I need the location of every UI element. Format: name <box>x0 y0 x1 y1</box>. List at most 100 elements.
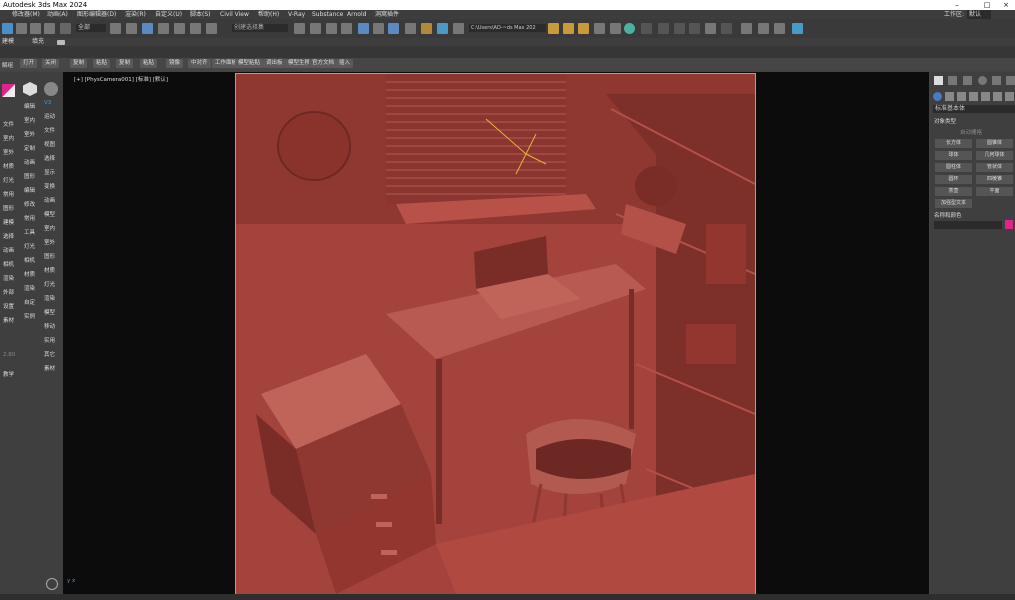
cone-button[interactable]: 圆锥体 <box>976 139 1013 148</box>
plane-button[interactable]: 平面 <box>976 187 1013 196</box>
calculator-icon[interactable] <box>610 23 621 34</box>
left-menu-item[interactable]: 修改 <box>24 200 35 208</box>
left-menu-item[interactable]: 选择 <box>3 232 14 240</box>
close-button[interactable]: × <box>999 0 1013 10</box>
left-menu-item[interactable]: 材质 <box>3 162 14 170</box>
menu-item[interactable]: 图形编辑器(D) <box>77 10 116 19</box>
quick-insert-button[interactable]: 插入 <box>336 59 354 68</box>
shapes-icon[interactable] <box>945 92 954 101</box>
ribbon-tab-populate[interactable]: 填充 <box>32 38 44 46</box>
move-icon[interactable] <box>16 23 27 34</box>
open-folder-icon[interactable] <box>563 23 574 34</box>
left-menu-item[interactable]: 动画 <box>3 246 14 254</box>
left-menu-item[interactable]: 室外 <box>44 238 55 246</box>
tube-button[interactable]: 管状体 <box>976 163 1013 172</box>
left-menu-item[interactable]: 渲染 <box>24 284 35 292</box>
motion-tab-icon[interactable] <box>978 76 987 85</box>
ribbon-tab-modeling[interactable]: 建模 <box>2 38 14 46</box>
layer-explorer-icon[interactable] <box>341 23 352 34</box>
menu-item[interactable]: 洞窝插件 <box>375 10 399 19</box>
object-color-swatch[interactable] <box>1005 220 1013 229</box>
left-menu-item[interactable]: 运动 <box>44 112 55 120</box>
display-tab-icon[interactable] <box>992 76 1001 85</box>
left-menu-item[interactable]: 实例 <box>24 312 35 320</box>
quick-mirror-button[interactable]: 镜像 <box>166 59 184 68</box>
cube-icon[interactable] <box>23 82 37 96</box>
viewport-label[interactable]: [+] [PhysCamera001] [标准] [默认] <box>74 75 168 83</box>
left-menu-item[interactable]: 移动 <box>44 322 55 330</box>
menu-item[interactable]: Civil View <box>220 10 249 19</box>
textplus-button[interactable]: 加强型文本 <box>935 199 972 208</box>
scale-icon[interactable] <box>44 23 55 34</box>
workspace-dropdown[interactable]: 默认 <box>967 10 992 19</box>
left-menu-item[interactable]: 灯光 <box>3 176 14 184</box>
box-button[interactable]: 长方体 <box>935 139 972 148</box>
menu-item[interactable]: Substance <box>312 10 343 19</box>
align-icon[interactable] <box>310 23 321 34</box>
autogrid-checkbox[interactable]: 自动栅格 <box>960 128 982 136</box>
rendered-frame-icon[interactable] <box>437 23 448 34</box>
geosphere-button[interactable]: 几何球体 <box>976 151 1013 160</box>
quick-open-button[interactable]: 打开 <box>20 59 38 68</box>
hierarchy-tab-icon[interactable] <box>963 76 972 85</box>
curve-editor-icon[interactable] <box>373 23 384 34</box>
left-menu-item[interactable]: 相机 <box>24 256 35 264</box>
bone-icon[interactable] <box>658 23 669 34</box>
sphere-icon[interactable] <box>44 82 58 96</box>
named-selection-input[interactable]: 创建选择集 <box>232 24 288 32</box>
left-menu-item[interactable]: 图形 <box>3 204 14 212</box>
left-menu-item[interactable]: 定制 <box>24 144 35 152</box>
quick-label-ungroup[interactable]: 解组 <box>2 61 13 69</box>
left-menu-item[interactable]: 相机 <box>3 260 14 268</box>
left-menu-item[interactable]: 编辑 <box>24 102 35 110</box>
sphere-button[interactable]: 球体 <box>935 151 972 160</box>
torus-button[interactable]: 圆环 <box>935 175 972 184</box>
skeleton-icon[interactable] <box>705 23 716 34</box>
schematic-view-icon[interactable] <box>388 23 399 34</box>
link-constraint-icon[interactable] <box>674 23 685 34</box>
left-menu-item[interactable]: 图形 <box>24 172 35 180</box>
pyramid-button[interactable]: 四棱锥 <box>976 175 1013 184</box>
left-menu-item[interactable]: 渲染 <box>3 274 14 282</box>
menu-item[interactable]: 渲染(R) <box>125 10 146 19</box>
cylinder-button[interactable]: 圆柱体 <box>935 163 972 172</box>
left-menu-item[interactable]: 材质 <box>44 266 55 274</box>
quick-panel-button[interactable]: 调出板 <box>263 59 286 68</box>
ribbon-toggle-icon[interactable] <box>57 40 65 45</box>
left-menu-item[interactable]: 素材 <box>44 364 55 372</box>
quick-center-align-button[interactable]: 中对齐 <box>188 59 211 68</box>
left-menu-item[interactable]: 材质 <box>24 270 35 278</box>
left-menu-item[interactable]: 灯光 <box>24 242 35 250</box>
geometry-icon[interactable] <box>933 92 942 101</box>
project-path-dropdown[interactable]: C:\Users\AD-~ds Max 202 <box>469 24 546 32</box>
quick-docs-button[interactable]: 官方文档 <box>309 59 338 68</box>
angle-snap-icon[interactable] <box>174 23 185 34</box>
left-menu-item[interactable]: 实用 <box>44 336 55 344</box>
quick-close-button[interactable]: 关闭 <box>42 59 60 68</box>
left-menu-item[interactable]: 工具 <box>24 228 35 236</box>
left-menu-item[interactable]: 选择 <box>44 154 55 162</box>
select-rotate-icon[interactable] <box>142 23 153 34</box>
left-menu-item[interactable]: 图形 <box>44 252 55 260</box>
quick-paste2-button[interactable]: 粘贴 <box>140 59 158 68</box>
left-menu-item[interactable]: 动画 <box>24 158 35 166</box>
left-menu-item[interactable]: 模型 <box>44 210 55 218</box>
teapot-button[interactable]: 茶壶 <box>935 187 972 196</box>
left-menu-item[interactable]: 编辑 <box>24 186 35 194</box>
name-color-header[interactable]: 名称和颜色 <box>934 211 962 219</box>
menu-item[interactable]: Arnold <box>347 10 366 19</box>
expand-icon[interactable] <box>741 23 752 34</box>
spinner-snap-icon[interactable] <box>206 23 217 34</box>
left-menu-item[interactable]: 设置 <box>3 302 14 310</box>
spacewarps-icon[interactable] <box>993 92 1002 101</box>
left-menu-item[interactable]: 外部 <box>3 288 14 296</box>
render-icon[interactable] <box>453 23 464 34</box>
menu-item[interactable]: 脚本(S) <box>190 10 211 19</box>
systems-icon[interactable] <box>1005 92 1014 101</box>
lights-icon[interactable] <box>957 92 966 101</box>
left-menu-item[interactable]: 素材 <box>3 316 14 324</box>
primitive-type-dropdown[interactable]: 标准基本体 <box>933 105 1015 113</box>
menu-item[interactable]: 修改器(M) <box>12 10 40 19</box>
quick-paste-button[interactable]: 粘贴 <box>93 59 111 68</box>
mirror-icon[interactable] <box>294 23 305 34</box>
